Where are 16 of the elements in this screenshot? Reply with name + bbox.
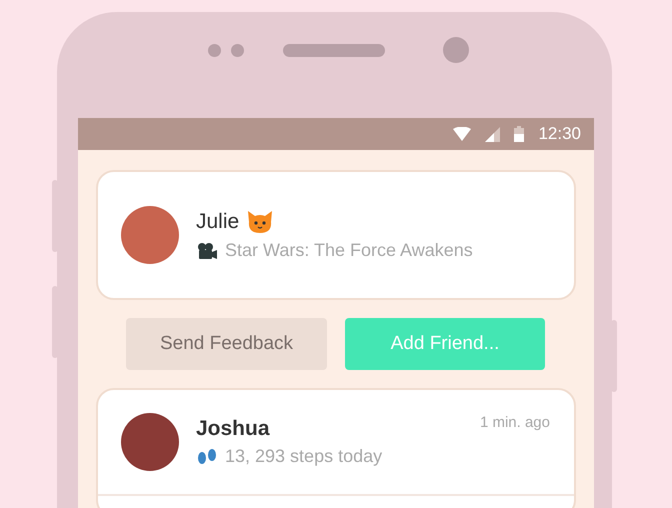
signal-icon	[485, 126, 500, 142]
feedback-button[interactable]: Send Feedback	[126, 318, 327, 370]
cat-face-icon	[246, 209, 274, 235]
footprints-icon	[196, 446, 218, 466]
sensor-dot	[208, 44, 221, 56]
friend-name: Joshua	[196, 417, 271, 441]
profile-name: Julie	[196, 210, 240, 234]
battery-icon	[514, 126, 524, 142]
front-camera	[443, 37, 469, 63]
activity-text: 13, 293 steps today	[225, 446, 382, 467]
wifi-icon	[453, 127, 472, 141]
sensor-dot	[231, 44, 244, 56]
profile-status: Star Wars: The Force Awakens	[225, 240, 473, 261]
status-time: 12:30	[538, 124, 581, 144]
movie-camera-icon	[196, 242, 218, 260]
timestamp: 1 min. ago	[480, 414, 550, 431]
